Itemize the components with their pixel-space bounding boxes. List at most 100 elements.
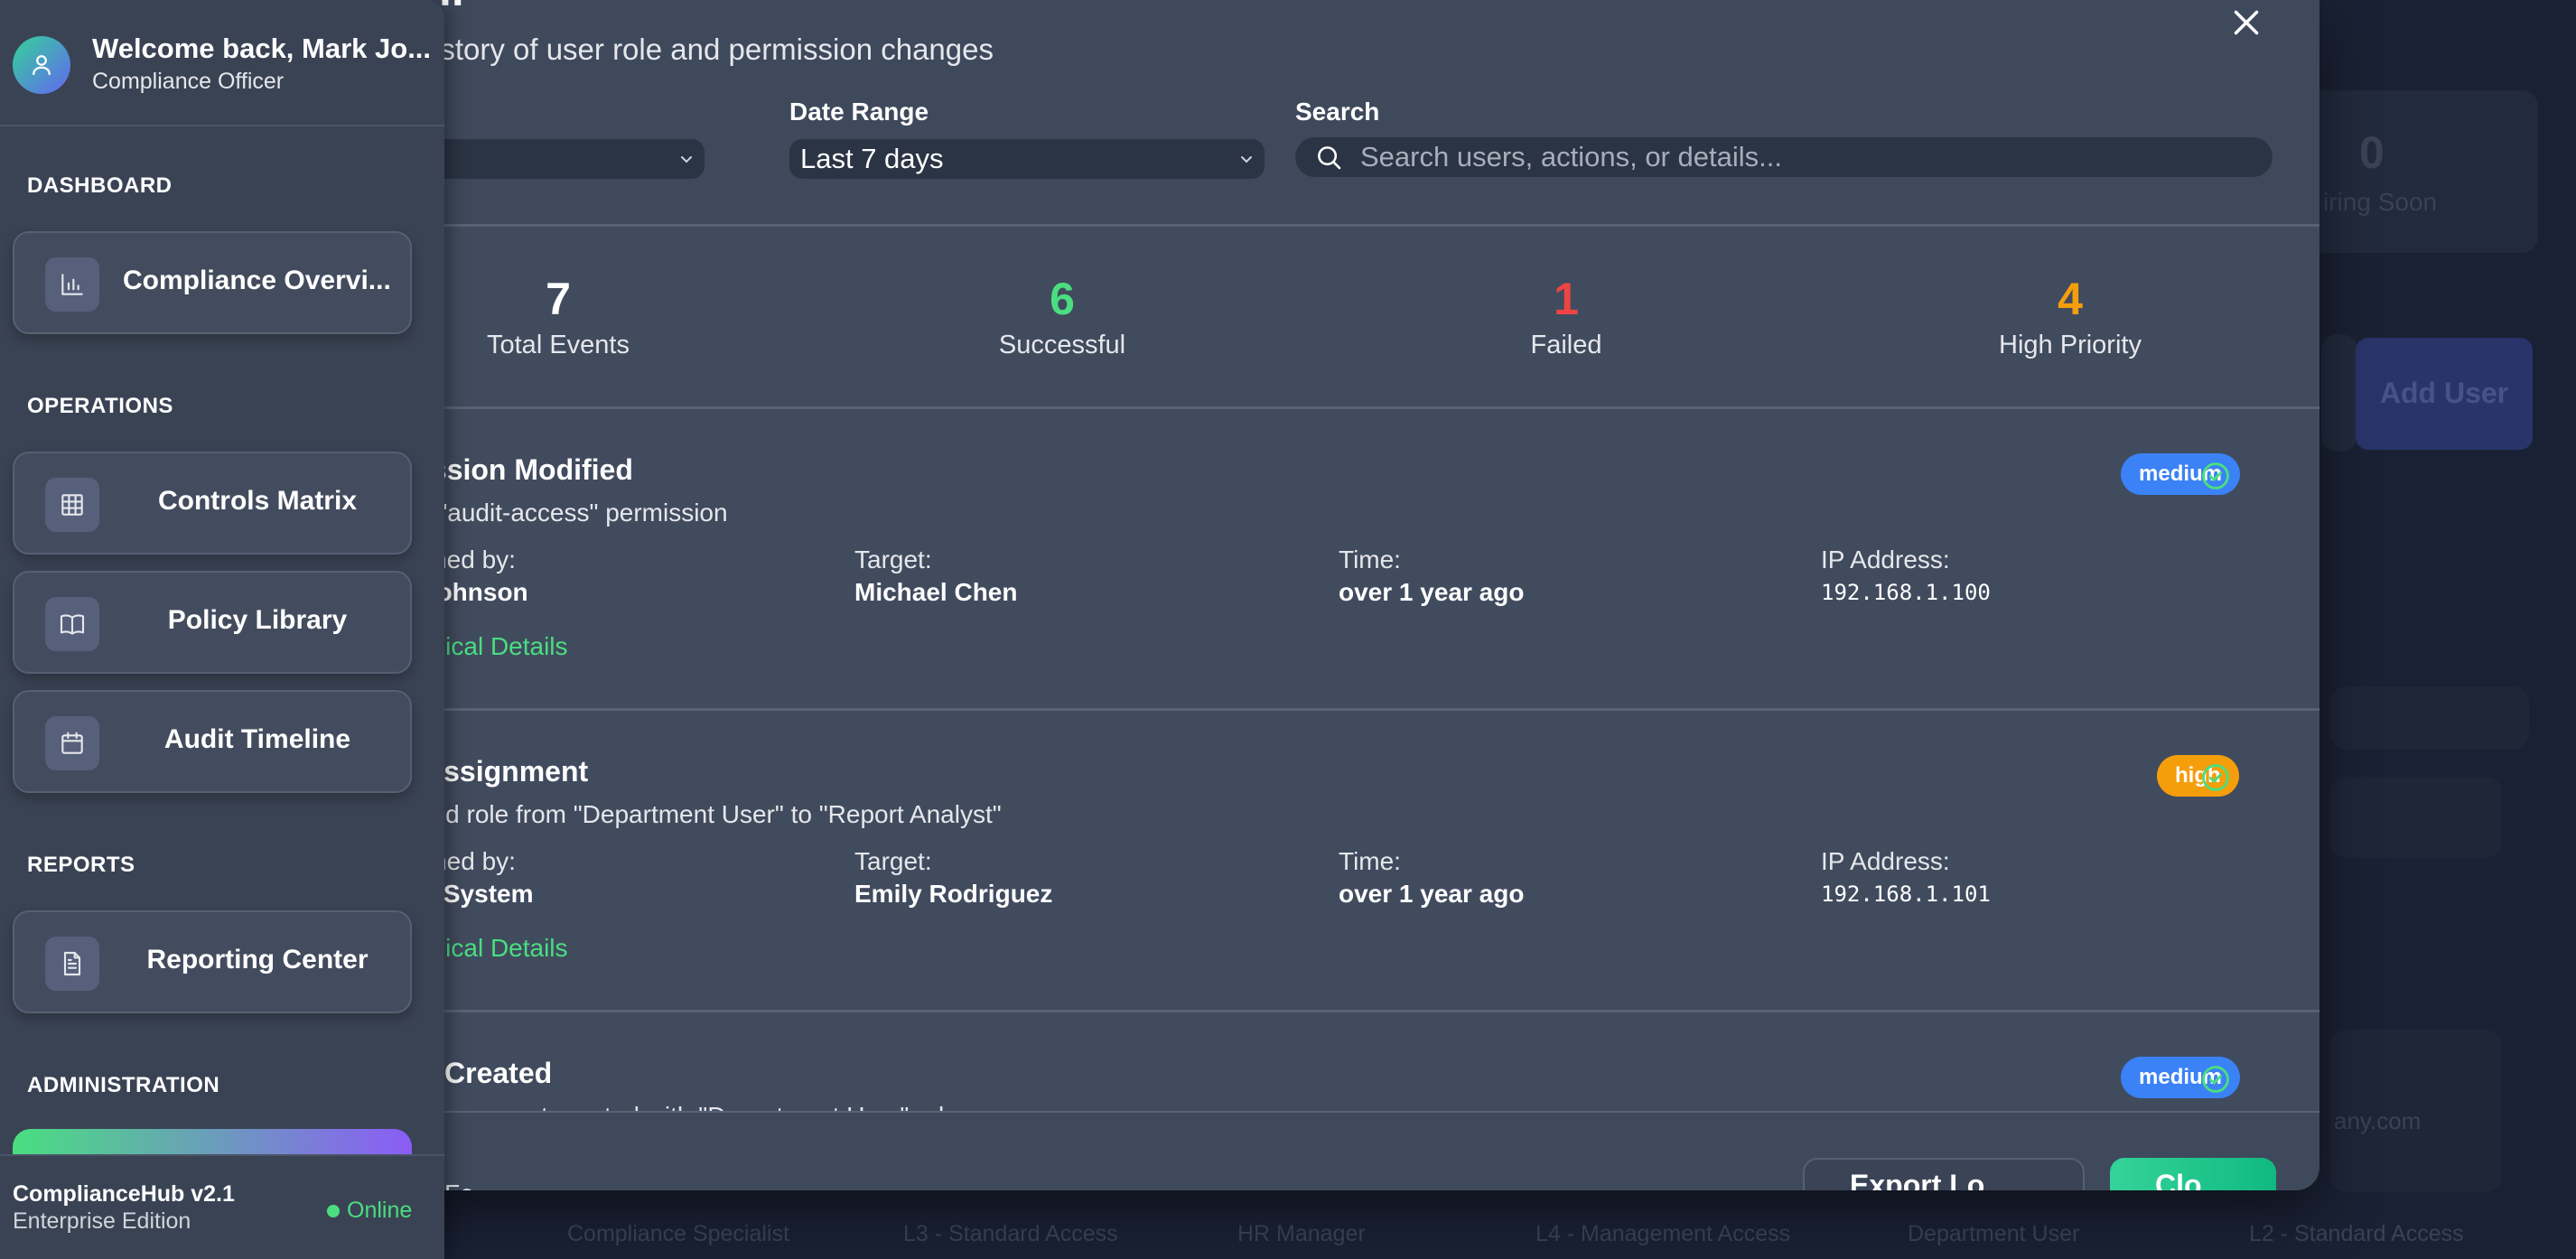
divider (397, 224, 2319, 227)
time-label: Time: (1339, 847, 1401, 875)
check-circle-icon (2202, 1066, 2229, 1093)
audit-event: ission Modified d "audit-access" permiss… (397, 408, 2319, 706)
bg-table-cell: L2 - Standard Access (2249, 1221, 2464, 1246)
stat-total-events: 7 Total Events (423, 267, 694, 360)
ip-value: 192.168.1.100 (1821, 580, 1991, 605)
close-button[interactable] (2226, 2, 2267, 43)
app-edition: Enterprise Edition (13, 1208, 191, 1234)
sidebar-item-label: Audit Timeline (163, 724, 351, 754)
status-text: Online (347, 1198, 413, 1223)
calendar-icon (61, 732, 83, 754)
icon-tile (45, 597, 99, 651)
target-value: Emily Rodriguez (854, 880, 1053, 908)
section-dashboard: DASHBOARD (27, 173, 173, 198)
app-name: ComplianceHub v2.1 (13, 1181, 235, 1207)
status-indicator: Online (327, 1198, 412, 1224)
stat-high-priority: 4 High Priority (1935, 267, 2206, 360)
target-label: Target: (854, 546, 932, 574)
user-icon (33, 55, 51, 76)
sidebar-item-label: Compliance Overvi... (123, 266, 391, 295)
bg-filter-bar (2330, 777, 2502, 858)
chevron-down-icon (681, 156, 692, 163)
chevron-down-icon (1241, 156, 1252, 163)
grid-icon (61, 494, 83, 516)
sidebar-item-audit-timeline[interactable]: Audit Timeline (13, 690, 412, 793)
check-circle-icon (2202, 764, 2229, 791)
search-box (1295, 137, 2273, 177)
search-icon (1318, 146, 1341, 170)
sidebar-item-policy-library[interactable]: Policy Library (13, 571, 412, 674)
stat-label: High Priority (1999, 331, 2142, 359)
status-dot (327, 1204, 340, 1217)
bar-chart-icon (61, 274, 83, 295)
stat-value: 7 (546, 274, 571, 324)
welcome-text: Welcome back, Mark Jo... (92, 33, 432, 64)
icon-tile (45, 257, 99, 312)
bg-table-cell: Compliance Specialist (567, 1221, 789, 1246)
event-title: ission Modified (423, 453, 633, 486)
sidebar-item-label: Reporting Center (146, 945, 369, 975)
sidebar-item-reporting-center[interactable]: Reporting Center (13, 910, 412, 1013)
stat-label: Total Events (487, 331, 630, 359)
section-administration: ADMINISTRATION (27, 1073, 220, 1097)
target-value: Michael Chen (854, 578, 1018, 606)
sidebar-item-label: Policy Library (167, 605, 348, 635)
stat-value: 4 (2058, 274, 2083, 324)
bg-table-cell: Department User (1908, 1221, 2080, 1246)
sidebar: Welcome back, Mark Jo... Compliance Offi… (0, 0, 444, 1259)
bg-stat-card (2294, 90, 2538, 253)
time-value: over 1 year ago (1339, 880, 1525, 908)
divider (0, 125, 444, 126)
modal-footer: Fe... Export Lo... Clo... (397, 1113, 2319, 1190)
bg-toolbar (2321, 334, 2357, 452)
stat-value: 1 (1554, 274, 1579, 324)
icon-tile (45, 716, 99, 770)
stat-successful: 6 Successful (927, 267, 1198, 360)
document-icon (63, 951, 81, 976)
modal-header: ll istory of user role and permission ch… (397, 0, 2319, 226)
bg-add-user-button: Add User (2356, 338, 2533, 450)
bg-table-cell: HR Manager (1237, 1221, 1366, 1246)
bg-table-cell: L3 - Standard Access (903, 1221, 1118, 1246)
sidebar-item-controls-matrix[interactable]: Controls Matrix (13, 452, 412, 555)
event-description: ged role from "Department User" to "Repo… (417, 800, 1002, 828)
search-label: Search (1295, 98, 1380, 126)
audit-log-modal: ll istory of user role and permission ch… (397, 0, 2319, 1190)
ip-value: 192.168.1.101 (1821, 881, 1991, 907)
audit-event: Assignment ged role from "Department Use… (397, 710, 2319, 1008)
close-icon (2234, 10, 2259, 35)
event-title: Assignment (423, 755, 589, 788)
ip-label: IP Address: (1821, 847, 1950, 875)
footer-text: Fe... (444, 1180, 495, 1190)
date-range-label: Date Range (789, 98, 929, 126)
target-label: Target: (854, 847, 932, 875)
stat-label: Failed (1530, 331, 1602, 359)
search-input[interactable] (1360, 141, 2227, 173)
section-reports: REPORTS (27, 853, 135, 877)
date-range-select[interactable]: Last 7 days (789, 139, 1265, 179)
stat-value: 6 (1050, 274, 1075, 324)
ip-label: IP Address: (1821, 546, 1950, 574)
time-value: over 1 year ago (1339, 578, 1525, 606)
book-icon (60, 614, 85, 635)
icon-tile (45, 478, 99, 532)
sidebar-item-label: Controls Matrix (157, 486, 358, 516)
time-label: Time: (1339, 546, 1401, 574)
bg-stat-value: 0 (2359, 127, 2385, 178)
stat-failed: 1 Failed (1431, 267, 1702, 360)
close-modal-button[interactable]: Clo... (2110, 1158, 2276, 1190)
event-description: d "audit-access" permission (417, 499, 728, 527)
close-button-label: Clo... (2155, 1168, 2226, 1191)
sidebar-item-compliance-overview[interactable]: Compliance Overvi... (13, 231, 412, 334)
export-log-button[interactable]: Export Lo... (1803, 1158, 2085, 1190)
check-circle-icon (2202, 462, 2229, 490)
avatar[interactable] (13, 36, 70, 94)
sidebar-footer: ComplianceHub v2.1 Enterprise Edition On… (0, 1154, 444, 1259)
date-range-value: Last 7 days (800, 143, 944, 174)
user-role: Compliance Officer (92, 69, 285, 94)
bg-table-cell: L4 - Management Access (1535, 1221, 1791, 1246)
section-operations: OPERATIONS (27, 394, 173, 418)
bg-email-fragment: any.com (2334, 1107, 2422, 1134)
icon-tile (45, 937, 99, 991)
bg-stat-label: iring Soon (2323, 188, 2438, 216)
